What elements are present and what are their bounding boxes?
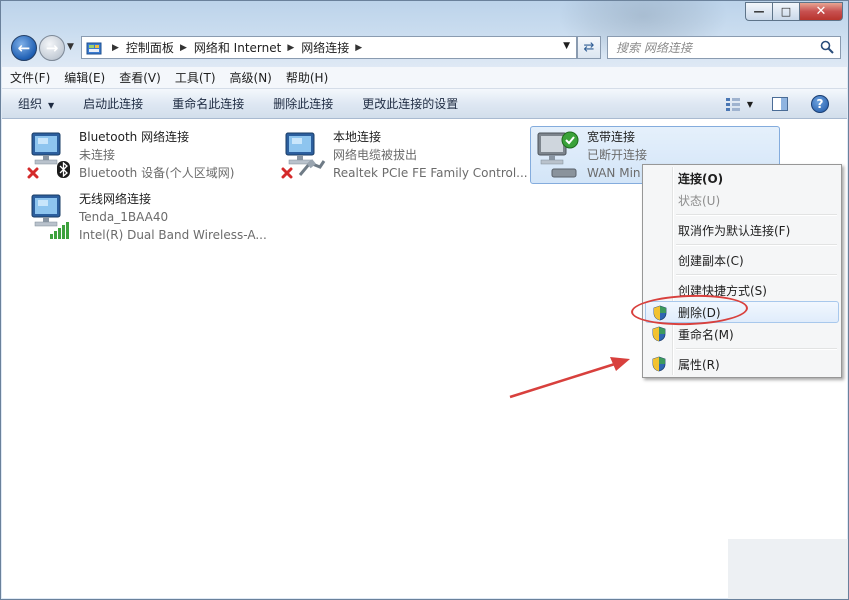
view-options-icon[interactable] bbox=[725, 95, 743, 113]
breadcrumb-network-connections[interactable]: 网络连接 bbox=[301, 39, 349, 56]
connection-text: 本地连接 网络电缆被拔出 Realtek PCIe FE Family Cont… bbox=[333, 128, 528, 182]
menu-advanced[interactable]: 高级(N) bbox=[230, 69, 272, 86]
menu-item-connect[interactable]: 连接(O) bbox=[645, 167, 839, 189]
rename-connection-button[interactable]: 重命名此连接 bbox=[172, 95, 244, 112]
connection-name: 无线网络连接 bbox=[79, 192, 152, 206]
minimize-button[interactable]: — bbox=[745, 2, 772, 21]
address-bar[interactable]: ▶ 控制面板 ▶ 网络和 Internet ▶ 网络连接 ▶ ▼ bbox=[81, 36, 577, 59]
maximize-button[interactable]: □ bbox=[772, 2, 799, 21]
uac-shield-icon bbox=[652, 326, 666, 342]
start-connection-button[interactable]: 启动此连接 bbox=[83, 95, 143, 112]
connection-device: WAN Min bbox=[587, 166, 641, 180]
address-dropdown-icon[interactable]: ▼ bbox=[563, 41, 570, 51]
network-connections-window: — □ ✕ ← → ▼ ▶ 控制面板 ▶ 网络和 Internet ▶ 网络连接… bbox=[0, 0, 849, 600]
help-icon: ? bbox=[816, 97, 824, 111]
refresh-button[interactable]: ⇄ bbox=[577, 36, 601, 59]
arrow-left-icon: ← bbox=[17, 39, 31, 57]
menu-view[interactable]: 查看(V) bbox=[119, 69, 161, 86]
history-dropdown-icon[interactable]: ▼ bbox=[67, 42, 74, 52]
menu-item-rename-label: 重命名(M) bbox=[678, 327, 734, 342]
forward-button[interactable]: → bbox=[39, 35, 65, 61]
preview-pane-icon[interactable] bbox=[771, 95, 789, 113]
menu-edit[interactable]: 编辑(E) bbox=[64, 69, 105, 86]
navigation-bar: ← → ▼ ▶ 控制面板 ▶ 网络和 Internet ▶ 网络连接 ▶ ▼ ⇄… bbox=[9, 33, 841, 61]
close-button[interactable]: ✕ bbox=[799, 2, 843, 21]
network-computer-icon bbox=[281, 132, 326, 179]
chevron-right-icon[interactable]: ▶ bbox=[112, 43, 119, 53]
menu-item-create-copy[interactable]: 创建副本(C) bbox=[645, 249, 839, 271]
connection-text: 无线网络连接 Tenda_1BAA40 Intel(R) Dual Band W… bbox=[79, 190, 267, 244]
menu-file[interactable]: 文件(F) bbox=[10, 69, 50, 86]
chevron-right-icon[interactable]: ▶ bbox=[287, 43, 294, 53]
menu-item-properties-label: 属性(R) bbox=[678, 357, 720, 372]
connection-name: 本地连接 bbox=[333, 130, 382, 144]
menu-separator bbox=[645, 271, 839, 279]
search-icon[interactable] bbox=[820, 40, 834, 54]
help-button[interactable]: ? bbox=[811, 95, 829, 113]
view-dropdown-icon[interactable]: ▼ bbox=[747, 100, 753, 109]
refresh-icon: ⇄ bbox=[583, 40, 595, 55]
menu-item-properties[interactable]: 属性(R) bbox=[645, 353, 839, 375]
breadcrumb-network-internet[interactable]: 网络和 Internet bbox=[194, 39, 281, 56]
command-bar: 组织 ▼ 启动此连接 重命名此连接 删除此连接 更改此连接的设置 ▼ ? bbox=[2, 89, 847, 119]
connection-status: 已断开连接 bbox=[587, 148, 648, 162]
connection-item-local[interactable]: 本地连接 网络电缆被拔出 Realtek PCIe FE Family Cont… bbox=[277, 127, 528, 183]
connection-device: Intel(R) Dual Band Wireless-A... bbox=[79, 228, 267, 242]
menu-separator bbox=[645, 241, 839, 249]
menu-bar: 文件(F) 编辑(E) 查看(V) 工具(T) 高级(N) 帮助(H) bbox=[2, 67, 847, 89]
breadcrumb: ▶ 控制面板 ▶ 网络和 Internet ▶ 网络连接 ▶ bbox=[106, 39, 369, 56]
connection-status: 网络电缆被拔出 bbox=[333, 148, 418, 162]
search-input[interactable] bbox=[616, 40, 816, 55]
menu-help[interactable]: 帮助(H) bbox=[286, 69, 328, 86]
wireless-computer-icon bbox=[31, 194, 69, 239]
connection-status: 未连接 bbox=[79, 148, 116, 162]
connection-text: Bluetooth 网络连接 未连接 Bluetooth 设备(个人区域网) bbox=[79, 128, 234, 182]
connection-status: Tenda_1BAA40 bbox=[79, 210, 169, 224]
connection-name: 宽带连接 bbox=[587, 130, 636, 144]
menu-item-status: 状态(U) bbox=[678, 193, 721, 208]
connection-name: Bluetooth 网络连接 bbox=[79, 130, 190, 144]
chevron-down-icon: ▼ bbox=[48, 101, 55, 110]
breadcrumb-control-panel[interactable]: 控制面板 bbox=[126, 39, 174, 56]
menu-item-rename[interactable]: 重命名(M) bbox=[645, 323, 839, 345]
delete-connection-button[interactable]: 删除此连接 bbox=[273, 95, 333, 112]
uac-shield-icon bbox=[652, 356, 666, 372]
connection-text: 宽带连接 已断开连接 WAN Min bbox=[587, 128, 647, 182]
connection-item-bluetooth[interactable]: Bluetooth 网络连接 未连接 Bluetooth 设备(个人区域网) bbox=[23, 127, 271, 183]
context-menu: 连接(O) 状态(U) 取消作为默认连接(F) 创建副本(C) 创建快捷方式(S… bbox=[642, 164, 842, 378]
watermark-area bbox=[728, 539, 848, 599]
network-computer-icon bbox=[27, 132, 70, 179]
chevron-right-icon[interactable]: ▶ bbox=[355, 43, 362, 53]
menu-tools[interactable]: 工具(T) bbox=[175, 69, 216, 86]
connection-device: Realtek PCIe FE Family Control... bbox=[333, 166, 528, 180]
menu-item-cancel-default[interactable]: 取消作为默认连接(F) bbox=[645, 219, 839, 241]
annotation-arrow-icon bbox=[509, 357, 630, 399]
search-box bbox=[607, 36, 841, 59]
menu-separator bbox=[645, 345, 839, 353]
chevron-right-icon[interactable]: ▶ bbox=[180, 43, 187, 53]
dialup-computer-icon bbox=[537, 131, 579, 178]
organize-label: 组织 bbox=[18, 97, 43, 111]
connection-item-wireless[interactable]: 无线网络连接 Tenda_1BAA40 Intel(R) Dual Band W… bbox=[23, 189, 271, 245]
arrow-right-icon: → bbox=[45, 39, 59, 57]
back-button[interactable]: ← bbox=[11, 35, 37, 61]
organize-button[interactable]: 组织 ▼ bbox=[18, 95, 54, 112]
change-settings-button[interactable]: 更改此连接的设置 bbox=[362, 95, 458, 112]
menu-separator bbox=[645, 211, 839, 219]
control-panel-icon bbox=[86, 42, 102, 54]
view-tools: ▼ ? bbox=[715, 95, 829, 113]
caption-buttons: — □ ✕ bbox=[745, 2, 843, 21]
connection-device: Bluetooth 设备(个人区域网) bbox=[79, 166, 235, 180]
